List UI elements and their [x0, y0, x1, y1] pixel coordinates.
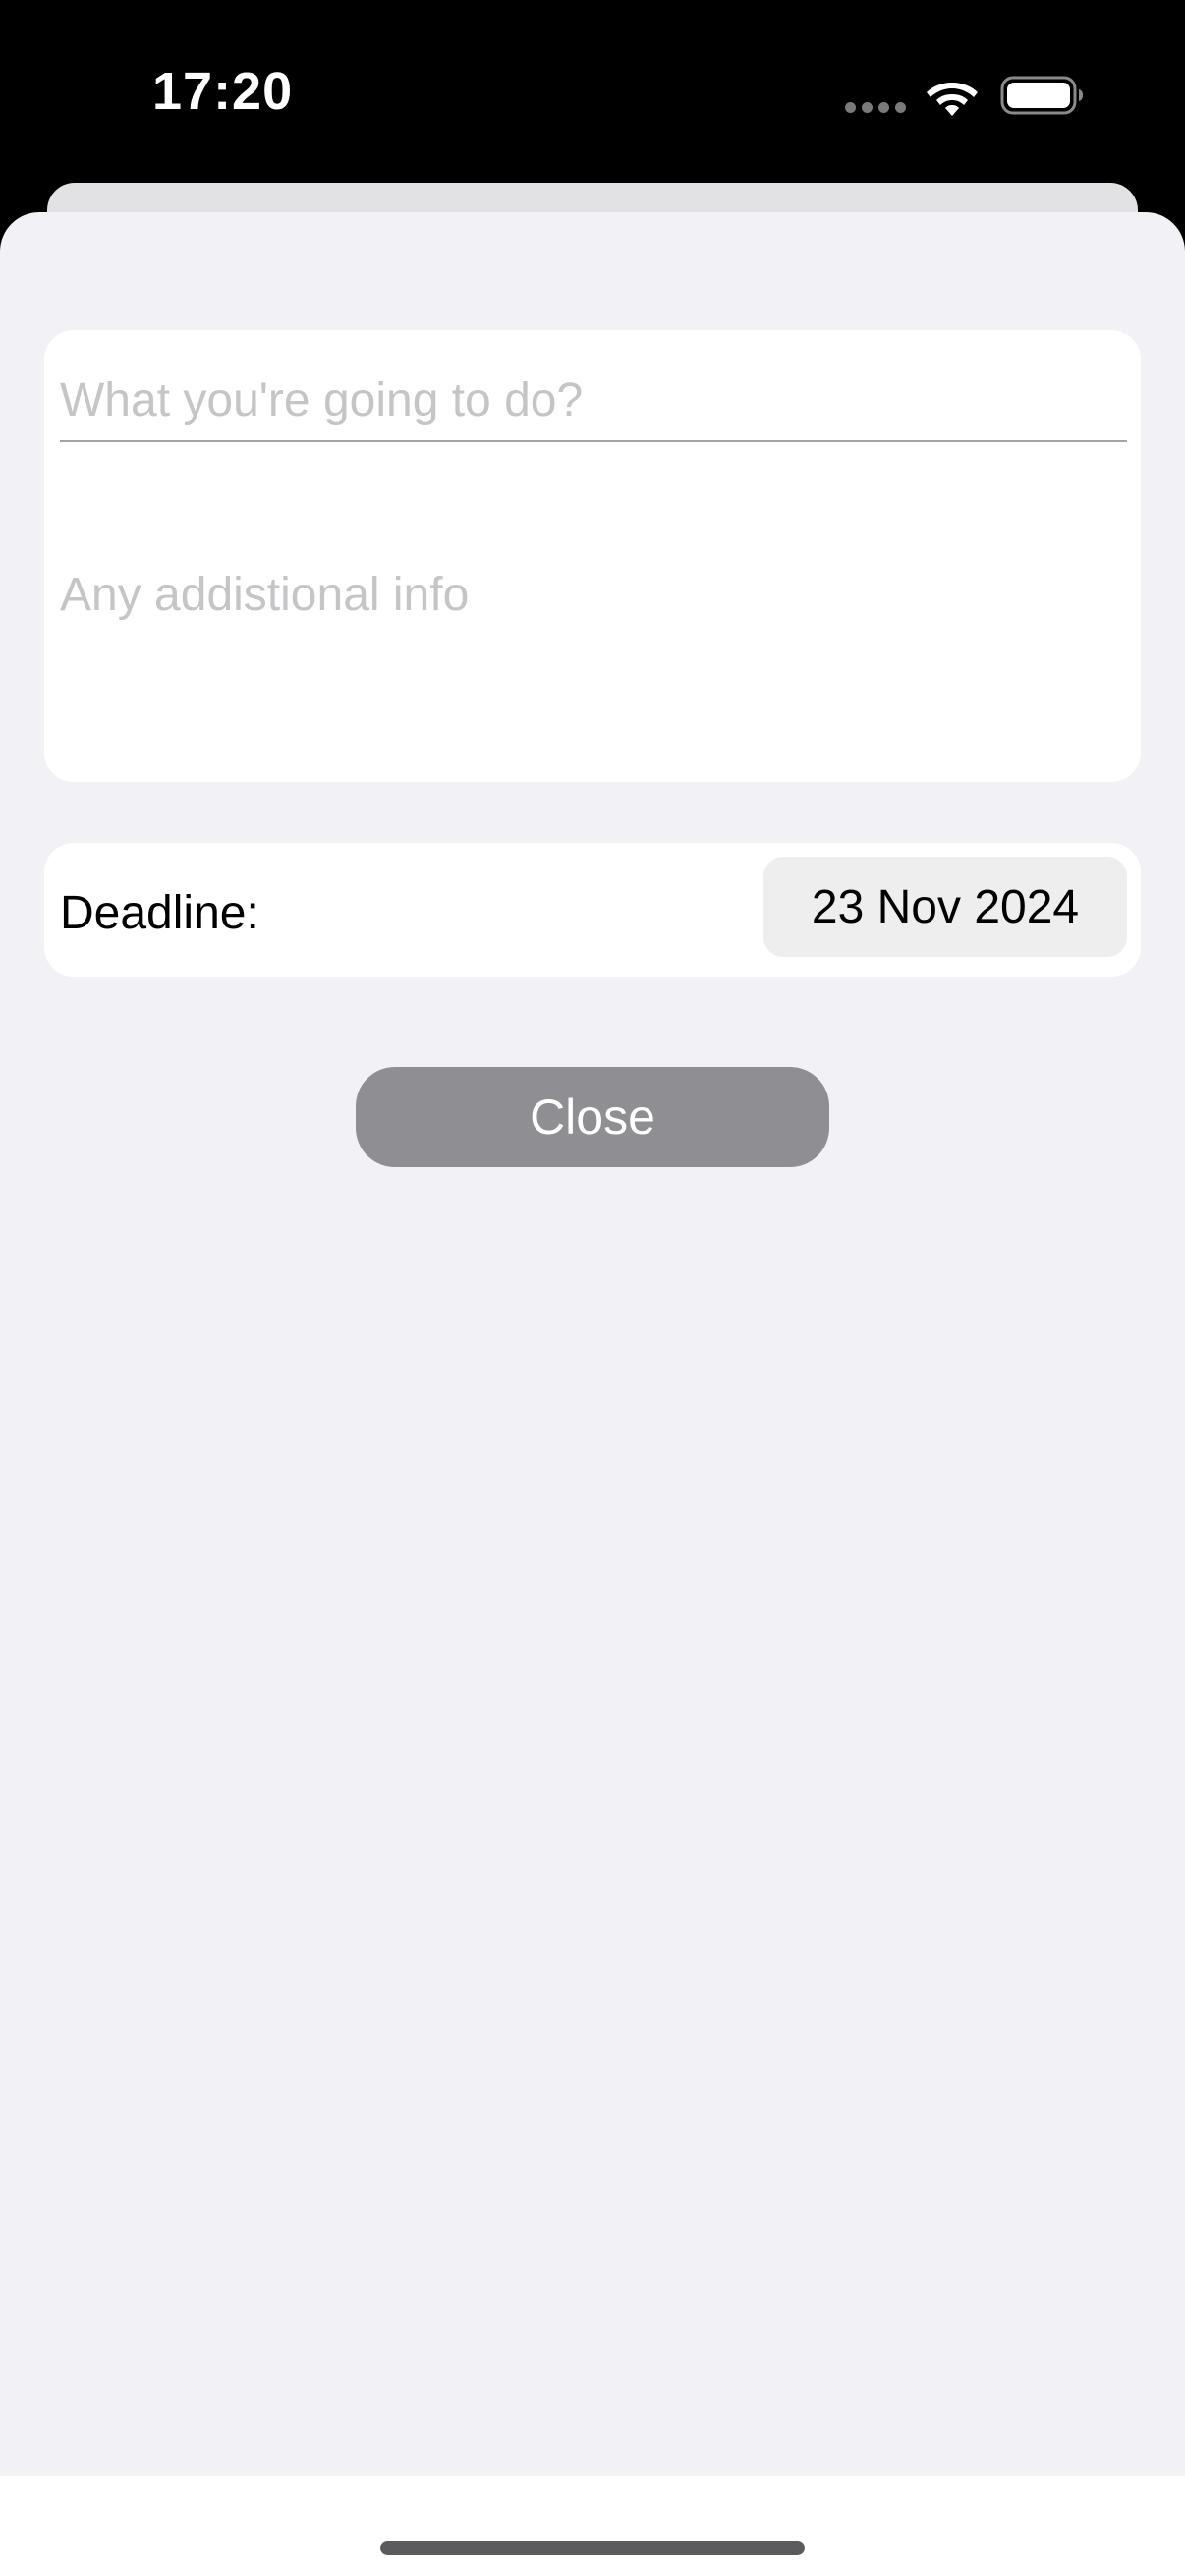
- task-title-input[interactable]: [60, 360, 1127, 442]
- additional-info-input[interactable]: [60, 566, 1127, 743]
- deadline-date-picker[interactable]: 23 Nov 2024: [763, 857, 1127, 957]
- modal-sheet: Deadline: 23 Nov 2024 Close: [0, 212, 1185, 2476]
- home-indicator[interactable]: [380, 2541, 805, 2555]
- status-time: 17:20: [152, 62, 294, 121]
- deadline-label: Deadline:: [60, 887, 259, 939]
- deadline-row: Deadline: 23 Nov 2024: [44, 843, 1141, 977]
- text-input-group: [44, 330, 1141, 782]
- close-button-label: Close: [530, 1090, 655, 1145]
- close-button[interactable]: Close: [356, 1067, 829, 1167]
- screen: 17:20 Deadline: 23 Nov 2024: [0, 0, 1185, 2576]
- deadline-date-value: 23 Nov 2024: [811, 880, 1080, 933]
- status-icons: [845, 69, 1091, 124]
- signal-dots-icon: [845, 102, 906, 113]
- battery-icon: [1000, 76, 1083, 115]
- wifi-icon: [927, 83, 978, 116]
- home-indicator-area: [0, 2476, 1185, 2576]
